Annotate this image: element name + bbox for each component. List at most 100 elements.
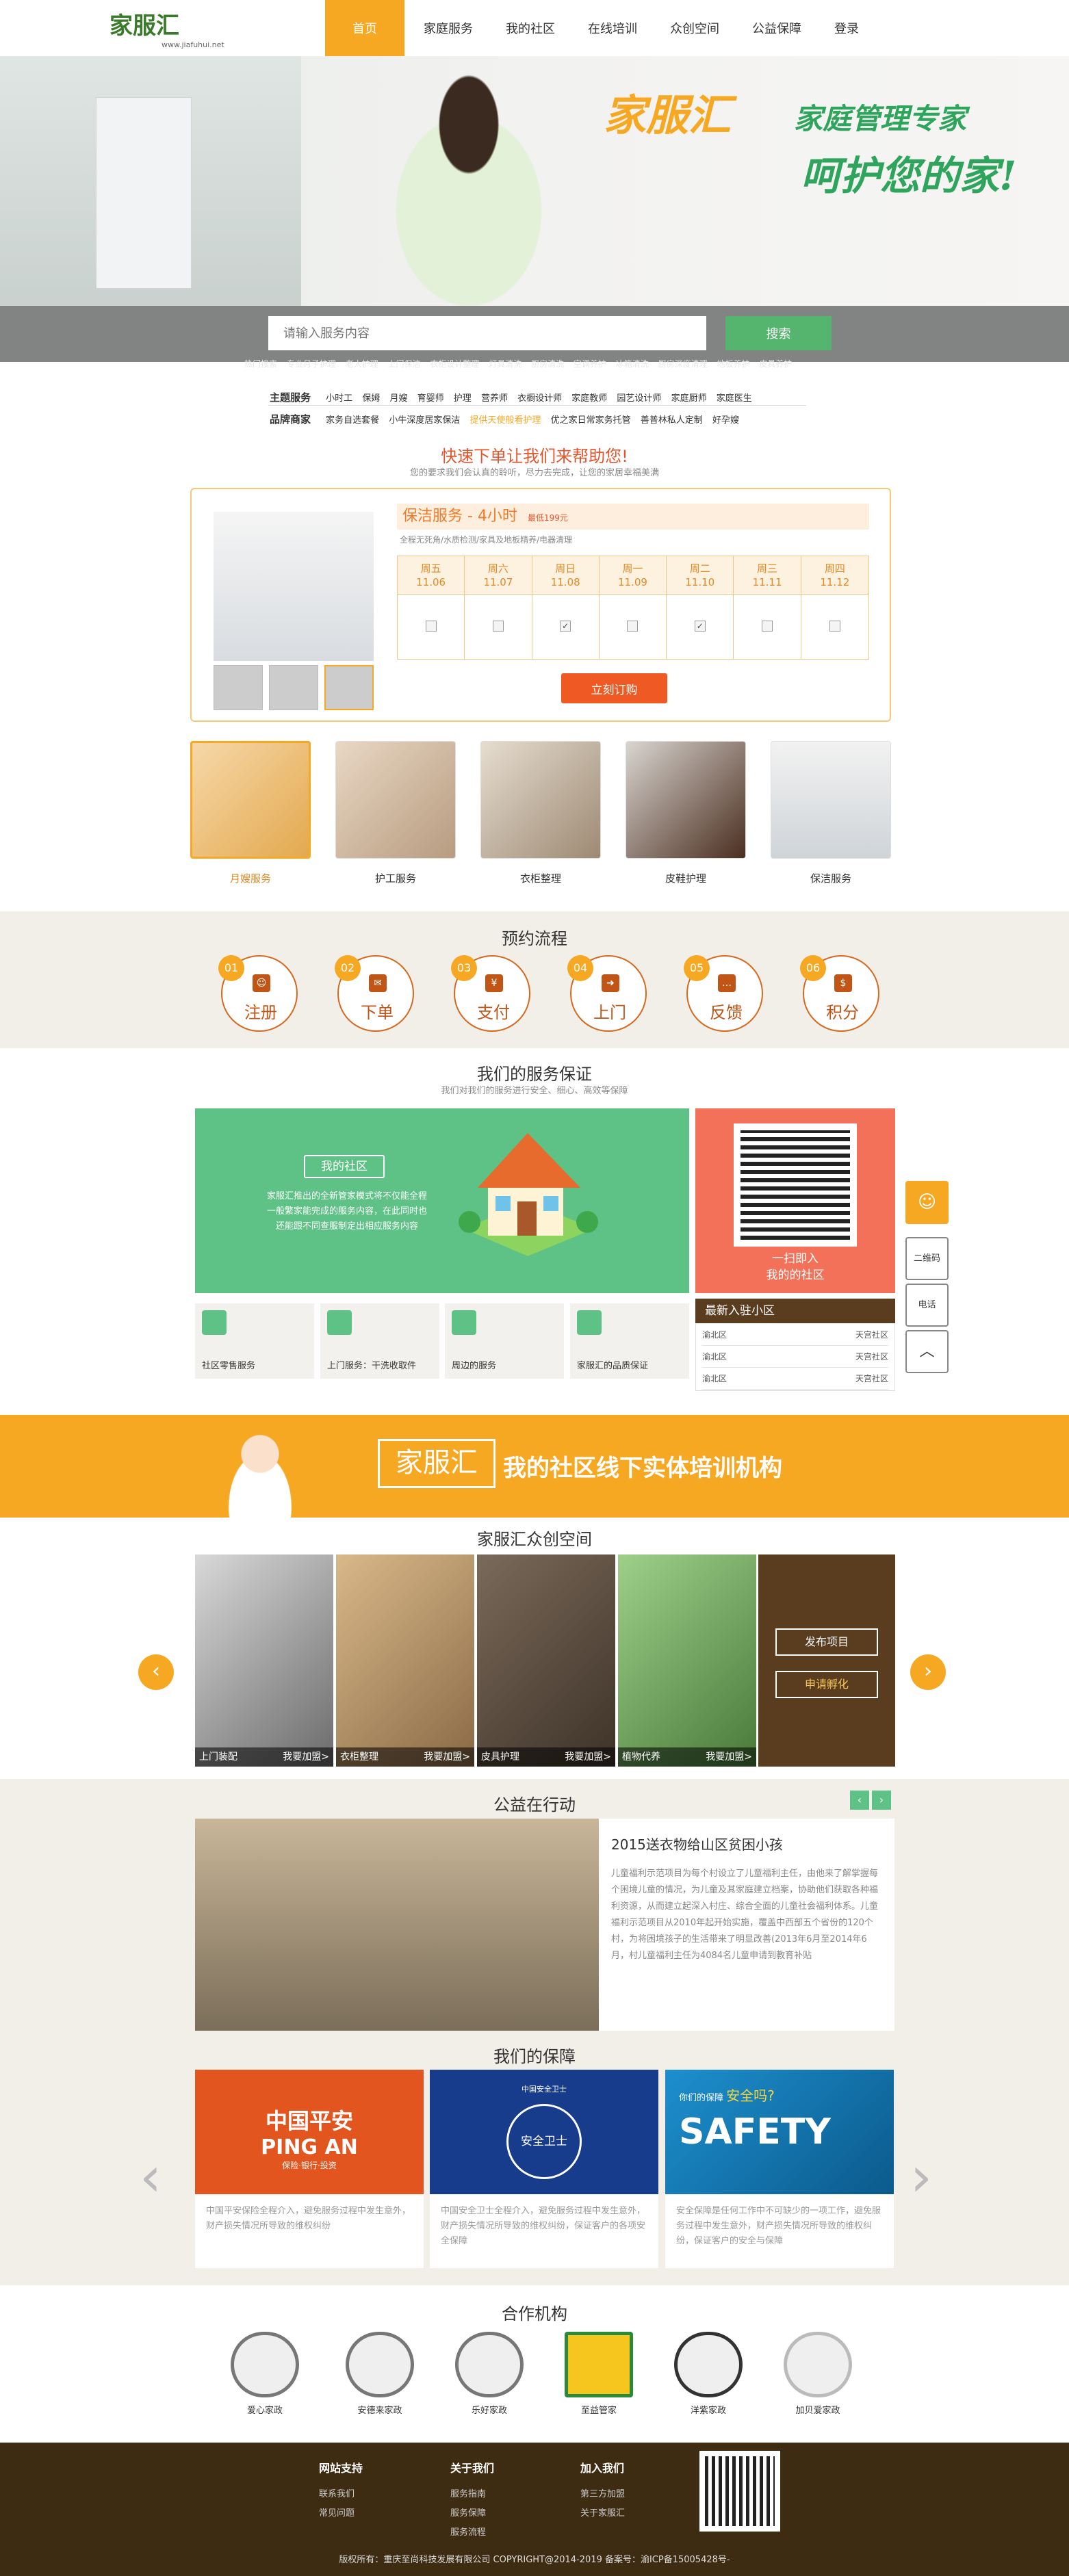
footer-link[interactable]: 常见问题 xyxy=(319,2504,428,2523)
theme-tag[interactable]: 营养师 xyxy=(481,393,508,404)
theme-tag[interactable]: 家庭教师 xyxy=(571,393,607,404)
nav-item-my-community[interactable]: 我的社区 xyxy=(492,0,569,56)
hot-search-item[interactable]: 空调养护 xyxy=(574,359,606,369)
nav-item-login[interactable]: 登录 xyxy=(821,0,873,56)
service-card-maternity[interactable]: 月嫂服务 xyxy=(190,741,311,885)
join-link[interactable]: 我要加盟> xyxy=(706,1747,752,1767)
hot-search-item[interactable]: 地板养护 xyxy=(717,359,749,369)
service-card-caregiver[interactable]: 护工服务 xyxy=(335,741,456,885)
hot-search-item[interactable]: 冰箱清洗 xyxy=(616,359,649,369)
brand-tag[interactable]: 提供天使般看护理 xyxy=(469,415,541,426)
footer-link[interactable]: 服务指南 xyxy=(450,2485,560,2504)
nav-item-online-training[interactable]: 在线培训 xyxy=(574,0,651,56)
community-row[interactable]: 渝北区 天宫社区 xyxy=(702,1346,888,1368)
partner-logo[interactable]: 加贝爱家政 xyxy=(767,2332,869,2416)
community-row[interactable]: 渝北区 天宫社区 xyxy=(702,1368,888,1390)
guarantee-card[interactable]: 上门服务：干洗收取件 xyxy=(320,1303,439,1379)
footer-link[interactable]: 第三方加盟 xyxy=(580,2485,690,2504)
customer-service-button[interactable]: ☺ xyxy=(905,1181,949,1224)
service-thumb[interactable] xyxy=(269,665,318,710)
partner-logo[interactable]: 至益管家 xyxy=(548,2332,650,2416)
guarantee-partner-card[interactable]: 中国安全卫士 安全卫士 中国安全卫士全程介入，避免服务过程中发生意外，财产损失情… xyxy=(430,2070,658,2268)
maker-item[interactable]: 衣柜整理 我要加盟> xyxy=(336,1554,474,1767)
carousel-prev-button[interactable]: ‹ xyxy=(138,1654,174,1690)
service-card-closet[interactable]: 衣柜整理 xyxy=(480,741,601,885)
hot-search-item[interactable]: 上门保洁 xyxy=(388,359,421,369)
join-link[interactable]: 我要加盟> xyxy=(565,1747,611,1767)
maker-item[interactable]: 皮具护理 我要加盟> xyxy=(477,1554,615,1767)
qr-float-button[interactable]: 二维码 xyxy=(905,1237,949,1280)
theme-tag[interactable]: 小时工 xyxy=(326,393,352,404)
welfare-next-button[interactable]: › xyxy=(872,1791,891,1810)
theme-tag[interactable]: 家庭厨师 xyxy=(671,393,707,404)
nav-item-family-service[interactable]: 家庭服务 xyxy=(410,0,487,56)
brand-tag[interactable]: 家务自选套餐 xyxy=(326,415,379,426)
search-button[interactable]: 搜索 xyxy=(725,316,832,350)
day-checkbox[interactable]: ✓ xyxy=(694,621,706,632)
day-checkbox[interactable] xyxy=(627,621,639,632)
maker-item[interactable]: 植物代养 我要加盟> xyxy=(618,1554,756,1767)
theme-tag[interactable]: 保姆 xyxy=(362,393,380,404)
service-card-cleaning[interactable]: 保洁服务 xyxy=(771,741,891,885)
day-checkbox[interactable] xyxy=(762,621,773,632)
theme-tag[interactable]: 育婴师 xyxy=(417,393,444,404)
hot-search-item[interactable]: 老人护理 xyxy=(346,359,378,369)
day-checkbox[interactable] xyxy=(829,621,840,632)
back-to-top-button[interactable]: ︿ xyxy=(905,1330,949,1373)
day-checkbox[interactable]: ✓ xyxy=(560,621,571,632)
theme-tag[interactable]: 家庭医生 xyxy=(717,393,752,404)
theme-tag[interactable]: 园艺设计师 xyxy=(617,393,661,404)
search-input[interactable] xyxy=(268,316,706,350)
theme-tag[interactable]: 衣橱设计师 xyxy=(517,393,562,404)
guarantee-card[interactable]: 周边的服务 xyxy=(445,1303,564,1379)
guarantee-partner-card[interactable]: 你们的保障 安全吗? SAFETY 安全保障是任何工作中不可缺少的一项工作，避免… xyxy=(665,2070,894,2268)
theme-tag[interactable]: 月嫂 xyxy=(389,393,407,404)
hot-search-item[interactable]: 厨房清洗 xyxy=(531,359,564,369)
nav-item-welfare[interactable]: 公益保障 xyxy=(738,0,815,56)
join-link[interactable]: 我要加盟> xyxy=(283,1747,329,1767)
hot-search-item[interactable]: 厨房深度清理 xyxy=(658,359,708,369)
day-checkbox[interactable] xyxy=(425,621,437,632)
nav-item-home[interactable]: 首页 xyxy=(325,0,404,56)
guarantee-partner-card[interactable]: 中国平安 PING AN 保险·银行·投资 中国平安保险全程介入，避免服务过程中… xyxy=(195,2070,424,2268)
hot-search-item[interactable]: 专业月子护理 xyxy=(287,359,336,369)
day-checkbox[interactable] xyxy=(492,621,504,632)
community-badge[interactable]: 我的社区 xyxy=(304,1155,385,1178)
brand-tag[interactable]: 好孕嫂 xyxy=(712,415,739,426)
phone-float-button[interactable]: 电话 xyxy=(905,1284,949,1327)
pingan-slogan: 保险·银行·投资 xyxy=(282,2161,337,2170)
partner-logo[interactable]: 乐好家政 xyxy=(438,2332,541,2416)
maker-item[interactable]: 上门装配 我要加盟> xyxy=(195,1554,333,1767)
logo[interactable]: 家服汇 www.jiafuhui.net xyxy=(110,7,253,49)
welfare-prev-button[interactable]: ‹ xyxy=(850,1791,869,1810)
brand-tag[interactable]: 优之家日常家务托管 xyxy=(551,415,631,426)
carousel-next-button[interactable]: › xyxy=(910,1654,946,1690)
welfare-headline[interactable]: 2015送衣物给山区贫困小孩 xyxy=(611,1834,882,1853)
footer-link[interactable]: 服务保障 xyxy=(450,2504,560,2523)
order-now-button[interactable]: 立刻订购 xyxy=(561,673,667,703)
guarantee-prev-arrow[interactable]: ‹ xyxy=(140,2145,162,2209)
guarantee-next-arrow[interactable]: › xyxy=(910,2145,932,2209)
hot-search-item[interactable]: 灯具清洗 xyxy=(489,359,521,369)
guarantee-card[interactable]: 家服汇的品质保证 xyxy=(570,1303,689,1379)
service-thumb[interactable] xyxy=(324,665,374,710)
community-row[interactable]: 渝北区 天宫社区 xyxy=(702,1325,888,1346)
partner-logo[interactable]: 洋紫家政 xyxy=(657,2332,760,2416)
partner-logo[interactable]: 爱心家政 xyxy=(214,2332,316,2416)
brand-tag[interactable]: 善普林私人定制 xyxy=(641,415,703,426)
nav-item-maker-space[interactable]: 众创空间 xyxy=(656,0,733,56)
partner-logo[interactable]: 安德来家政 xyxy=(329,2332,431,2416)
footer-link[interactable]: 关于家服汇 xyxy=(580,2504,690,2523)
footer-link[interactable]: 联系我们 xyxy=(319,2485,428,2504)
footer-link[interactable]: 服务流程 xyxy=(450,2523,560,2542)
publish-project-button[interactable]: 发布项目 xyxy=(775,1628,878,1656)
hot-search-item[interactable]: 衣柜设计整理 xyxy=(430,359,479,369)
service-card-shoe-care[interactable]: 皮鞋护理 xyxy=(626,741,746,885)
theme-tag[interactable]: 护理 xyxy=(454,393,472,404)
join-link[interactable]: 我要加盟> xyxy=(424,1747,470,1767)
brand-tag[interactable]: 小牛深度居家保洁 xyxy=(389,415,460,426)
hot-search-item[interactable]: 皮具养护 xyxy=(759,359,792,369)
guarantee-card[interactable]: 社区零售服务 xyxy=(195,1303,314,1379)
apply-incubation-button[interactable]: 申请孵化 xyxy=(775,1671,878,1698)
service-thumb[interactable] xyxy=(214,665,263,710)
